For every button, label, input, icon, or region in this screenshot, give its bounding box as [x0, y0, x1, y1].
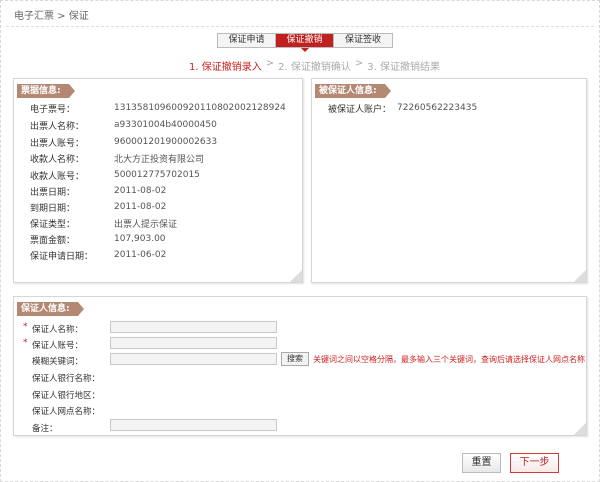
guaranteed-info-panel: 被保证人信息: 被保证人账户： 72260562223435	[311, 78, 587, 283]
bill-row: 收款人账号： 500012775702015	[14, 168, 200, 182]
bill-row: 出票日期： 2011-08-02	[14, 184, 166, 198]
step-3: 3. 保证撤销结果	[367, 62, 440, 73]
bill-label: 出票人名称：	[30, 121, 85, 132]
keyword-input[interactable]	[110, 353, 277, 365]
step-separator: >	[265, 58, 275, 69]
tab-guarantee-apply[interactable]: 保证申请	[218, 34, 276, 47]
bill-row: 收款人名称： 北大方正投资有限公司	[14, 151, 204, 165]
corner-fold	[290, 270, 302, 282]
bank-region-label: 保证人银行地区：	[32, 391, 101, 401]
bill-row: 出票人账号： 960001201900002633	[14, 135, 217, 149]
search-button[interactable]: 搜索	[281, 352, 309, 366]
bill-label: 保证申请日期：	[30, 251, 94, 262]
bill-label: 出票日期：	[30, 187, 76, 198]
bill-value: 500012775702015	[114, 170, 200, 180]
remark-label: 备注：	[32, 424, 58, 434]
bill-value: 131358109600920110802002128924	[114, 103, 286, 113]
bill-label: 出票人账号：	[30, 138, 85, 149]
step-1: 1. 保证撤销录入	[189, 62, 262, 73]
bill-row: 保证类型： 出票人提示保证	[14, 216, 177, 230]
bill-label: 收款人名称：	[30, 154, 85, 165]
tab-guarantee-revoke[interactable]: 保证撤销	[276, 34, 334, 52]
bill-value: 北大方正投资有限公司	[114, 154, 205, 165]
required-mark: *	[23, 338, 28, 348]
bill-row: 保证申请日期： 2011-06-02	[14, 248, 166, 262]
guarantor-account-input[interactable]	[110, 337, 277, 349]
bill-row: 票面金额： 107,903.00	[14, 232, 166, 246]
bill-value: 107,903.00	[114, 234, 166, 244]
bill-info-title: 票据信息:	[17, 84, 75, 98]
bank-name-label: 保证人银行名称：	[32, 374, 101, 384]
guarantor-info-title: 保证人信息:	[17, 302, 84, 316]
required-mark: *	[23, 322, 28, 332]
corner-fold	[574, 423, 586, 435]
breadcrumb-divider	[6, 26, 594, 27]
branch-name-label: 保证人网点名称：	[32, 407, 101, 417]
corner-fold	[574, 270, 586, 282]
bill-row: 出票人名称： a93301004b40000450	[14, 118, 217, 132]
guarantor-account-label: 保证人账号：	[32, 341, 84, 351]
bill-row: 到期日期： 2011-08-02	[14, 200, 166, 214]
bill-label: 保证类型：	[30, 219, 76, 230]
bill-info-panel: 票据信息: 电子票号： 13135810960092011080200212892…	[13, 78, 303, 283]
bill-value: a93301004b40000450	[114, 120, 217, 130]
step-indicator: 1. 保证撤销录入 > 2. 保证撤销确认 > 3. 保证撤销结果	[189, 58, 440, 73]
bill-label: 票面金额：	[30, 235, 76, 246]
guaranteed-account-label: 被保证人账户：	[328, 104, 392, 115]
bill-row: 电子票号： 131358109600920110802002128924	[14, 101, 286, 115]
bill-value: 960001201900002633	[114, 137, 218, 147]
bill-value: 2011-06-02	[114, 250, 167, 260]
step-separator: >	[354, 58, 364, 69]
guaranteed-account-value: 72260562223435	[397, 103, 478, 113]
bill-value: 出票人提示保证	[114, 219, 178, 230]
guaranteed-info-title: 被保证人信息:	[315, 84, 391, 98]
guarantor-name-label: 保证人名称：	[32, 325, 84, 335]
bill-label: 到期日期：	[30, 203, 76, 214]
keyword-hint: 关键词之间以空格分隔，最多输入三个关键词，查询后请选择保证人网点名称	[313, 355, 585, 364]
bill-label: 电子票号：	[30, 104, 76, 115]
next-button[interactable]: 下一步	[510, 453, 559, 473]
bill-value: 2011-08-02	[114, 186, 167, 196]
reset-button[interactable]: 重置	[462, 453, 501, 473]
bill-label: 收款人账号：	[30, 171, 85, 182]
bill-value: 2011-08-02	[114, 202, 167, 212]
guarantor-name-input[interactable]	[110, 321, 277, 333]
tab-guarantee-sign[interactable]: 保证签收	[334, 34, 392, 47]
breadcrumb: 电子汇票 > 保证	[14, 11, 89, 22]
keyword-label: 模糊关键词：	[32, 357, 84, 367]
remark-input[interactable]	[110, 419, 277, 431]
tab-bar: 保证申请 保证撤销 保证签收	[217, 33, 393, 52]
guaranteed-row: 被保证人账户： 72260562223435	[312, 101, 477, 115]
step-2: 2. 保证撤销确认	[278, 62, 351, 73]
